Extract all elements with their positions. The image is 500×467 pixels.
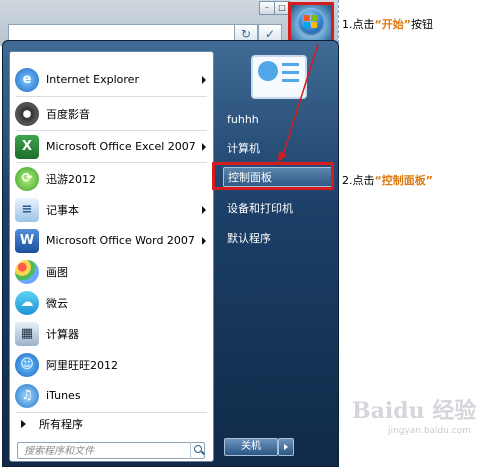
step1-annotation: 1.点击“开始”按钮 [342, 18, 433, 31]
step2-annotation: 2.点击“控制面板” [342, 174, 433, 187]
baidu-jingyan-watermark: Baidu 经验 jingyan.baidu.com [352, 398, 477, 436]
